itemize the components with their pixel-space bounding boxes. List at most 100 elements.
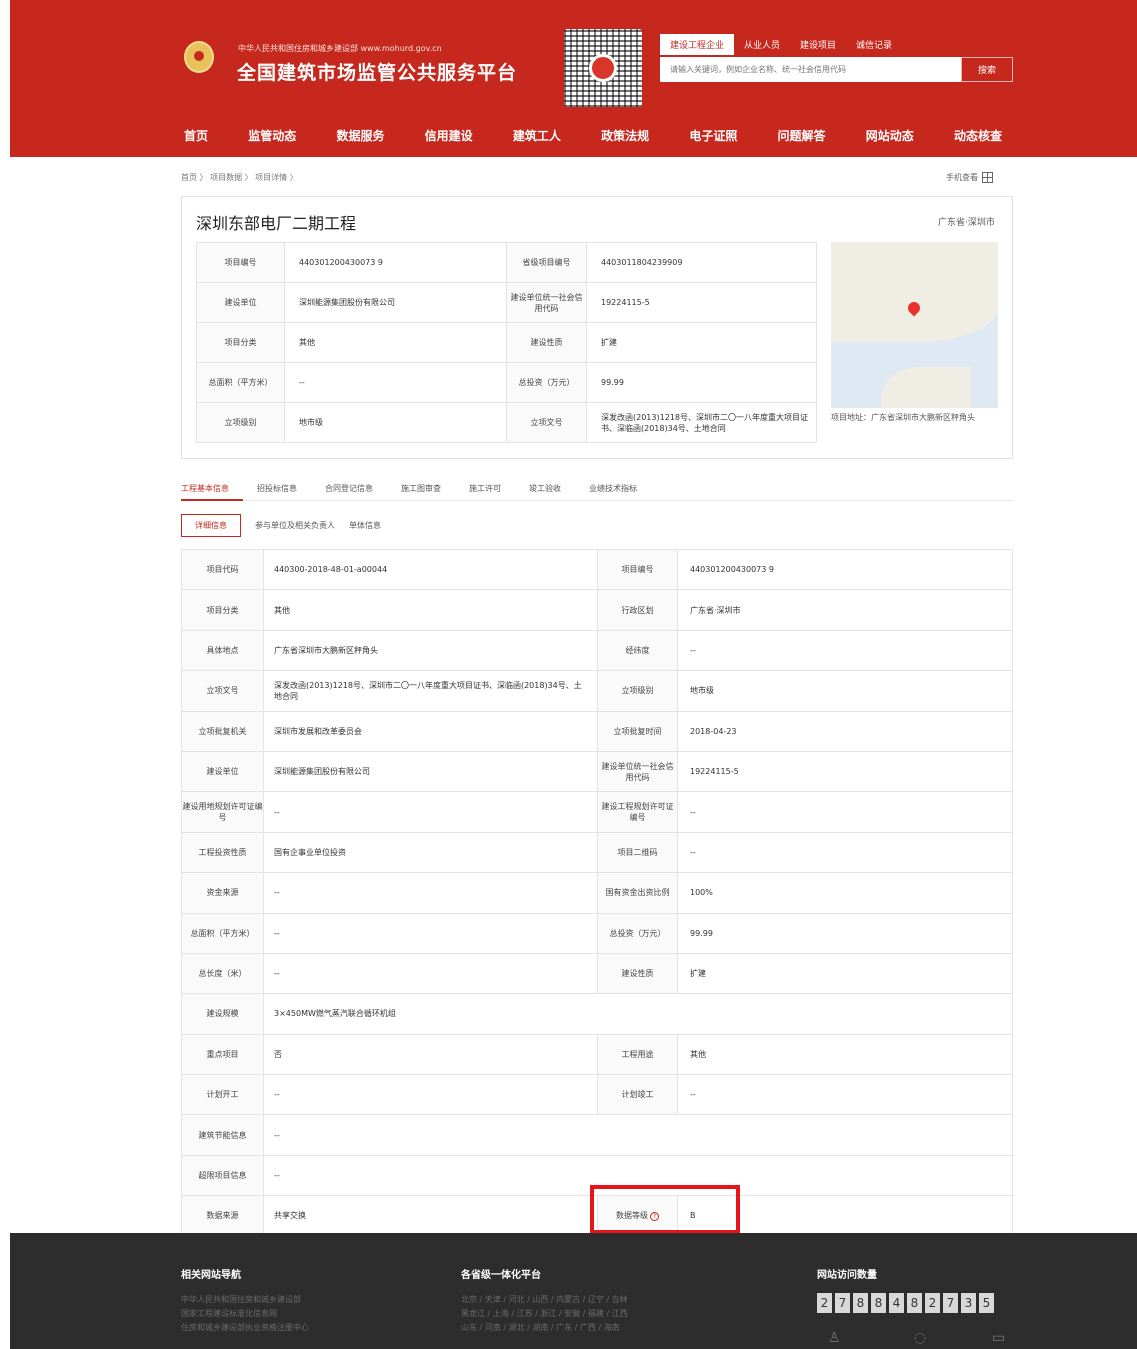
tab-performance[interactable]: 业绩技术指标	[589, 483, 651, 501]
detail-value: 440301200430073 9	[677, 548, 1013, 591]
tab-construction-permit[interactable]: 施工许可	[469, 483, 515, 501]
summary-value: 99.99	[586, 362, 817, 403]
search-tab-personnel[interactable]: 从业人员	[734, 34, 790, 55]
tab-bidding[interactable]: 招投标信息	[257, 483, 311, 501]
detail-value: 否	[263, 1033, 598, 1076]
breadcrumb[interactable]: 首页 〉 项目数据 〉 项目详情 〉	[181, 172, 298, 183]
search-tab-credit[interactable]: 诚信记录	[846, 34, 902, 55]
site-title[interactable]: 全国建筑市场监管公共服务平台	[237, 58, 517, 85]
nav-credit[interactable]: 信用建设	[414, 127, 484, 144]
nav-policy[interactable]: 政策法规	[590, 127, 660, 144]
detail-value: --	[263, 1154, 1013, 1197]
table-row: 总面积（平方米） -- 总投资（万元） 99.99	[181, 912, 1013, 954]
table-row: 重点项目否工程用途 其他	[181, 1033, 1013, 1076]
detail-label: 数据来源	[181, 1195, 264, 1237]
detail-label: 总长度（米）	[181, 952, 264, 995]
detail-label: 立项批复机关	[181, 710, 264, 752]
detail-label: 立项批复时间	[597, 710, 678, 752]
visit-counter: 2 7 8 8 4 8 2 7 3 5	[817, 1293, 994, 1313]
footer-link[interactable]: 北京 / 天津 / 河北 / 山西 / 内蒙古 / 辽宁 / 吉林	[461, 1293, 628, 1307]
sub-tabs: 详细信息 参与单位及相关负责人 单体信息	[181, 514, 395, 537]
detail-label: 立项文号	[181, 670, 264, 712]
location-map[interactable]	[831, 242, 998, 408]
counter-digit: 4	[889, 1293, 904, 1313]
summary-value: 其他	[284, 322, 507, 363]
footer-visits-title: 网站访问数量	[817, 1270, 877, 1281]
tab-basic-info[interactable]: 工程基本信息	[181, 483, 243, 501]
detail-label: 项目二维码	[597, 831, 678, 874]
counter-digit: 8	[871, 1293, 886, 1313]
mobile-view-link[interactable]: 手机查看	[946, 172, 993, 183]
nav-faq[interactable]: 问题解答	[767, 127, 837, 144]
footer-link[interactable]: 黑龙江 / 上海 / 江苏 / 浙江 / 安徽 / 福建 / 江西	[461, 1307, 628, 1321]
search-tab-project[interactable]: 建设项目	[790, 34, 846, 55]
footer-link[interactable]: 山东 / 河南 / 湖北 / 湖南 / 广东 / 广西 / 海南	[461, 1321, 628, 1335]
table-row: 项目编号 440301200430073 9 省级项目编号 4403011804…	[196, 242, 817, 283]
detail-value: --	[677, 831, 1013, 874]
nav-home[interactable]: 首页	[173, 127, 219, 144]
nav-workers[interactable]: 建筑工人	[502, 127, 572, 144]
table-row: 建设单位 深圳能源集团股份有限公司 建设单位统一社会信用代码 19224115-…	[196, 282, 817, 323]
detail-label: 项目分类	[181, 589, 264, 631]
detail-label: 建设工程规划许可证编号	[597, 791, 678, 833]
nav-data-service[interactable]: 数据服务	[325, 127, 395, 144]
nav-e-license[interactable]: 电子证照	[678, 127, 748, 144]
summary-label: 总投资（万元）	[506, 362, 587, 403]
detail-label: 项目代码	[181, 548, 264, 591]
subtab-participants[interactable]: 参与单位及相关负责人	[255, 520, 335, 531]
detail-value: 2018-04-23	[677, 710, 1013, 752]
detail-label: 立项级别	[597, 670, 678, 712]
search-tab-enterprise[interactable]: 建设工程企业	[660, 34, 735, 55]
summary-label: 省级项目编号	[506, 242, 587, 283]
table-row: 立项批复机关 深圳市发展和改革委员会 立项批复时间 2018-04-23	[181, 710, 1013, 752]
detail-label: 总面积（平方米）	[181, 912, 264, 954]
detail-label: 建设用地规划许可证编号	[181, 791, 264, 833]
help-icon[interactable]: ?	[650, 1212, 659, 1222]
project-region: 广东省·深圳市	[938, 218, 995, 228]
nav-site-news[interactable]: 网站动态	[855, 127, 925, 144]
detail-value: --	[677, 1074, 1013, 1116]
subtab-units[interactable]: 单体信息	[349, 520, 381, 531]
detail-label: 建设单位统一社会信用代码	[597, 750, 678, 793]
national-emblem-logo	[184, 41, 214, 73]
subtab-details[interactable]: 详细信息	[181, 514, 241, 537]
chat-icon[interactable]: ◌	[914, 1330, 926, 1346]
detail-value: --	[677, 629, 1013, 672]
tab-completion[interactable]: 竣工验收	[529, 483, 575, 501]
table-row: 超限项目信息 --	[181, 1154, 1013, 1197]
table-row: 建设用地规划许可证编号 -- 建设工程规划许可证编号 --	[181, 791, 1013, 833]
footer-link[interactable]: 国家工程建设标准化信息网	[181, 1307, 309, 1321]
project-address: 项目地址：广东省深圳市大鹏新区秤角头	[831, 413, 975, 422]
user-icon[interactable]: ♙	[828, 1330, 841, 1346]
nav-check[interactable]: 动态核查	[943, 127, 1013, 144]
summary-value: 19224115-5	[586, 282, 817, 323]
detail-label: 建设规模	[181, 993, 264, 1035]
detail-label: 工程投资性质	[181, 831, 264, 874]
footer-link[interactable]: 中华人民共和国住房和城乡建设部	[181, 1293, 309, 1307]
detail-value: 19224115-5	[677, 750, 1013, 793]
detail-value: 深圳市发展和改革委员会	[263, 710, 598, 752]
table-row: 建设规模 3×450MW燃气蒸汽联合循环机组	[181, 993, 1013, 1035]
footer-nav-title: 相关网站导航	[181, 1270, 241, 1281]
table-row: 立项文号 深发改函(2013)1218号、深圳市二〇一八年度重大项目证书、深临函(…	[181, 670, 1013, 712]
tab-contract[interactable]: 合同登记信息	[325, 483, 387, 501]
search-input[interactable]	[660, 57, 961, 82]
counter-digit: 2	[817, 1293, 832, 1313]
summary-value: 深发改函(2013)1218号、深圳市二〇一八年度重大项目证书、深临函(2018…	[586, 402, 817, 443]
search-button[interactable]: 搜索	[961, 57, 1013, 82]
detail-label: 计划竣工	[597, 1074, 678, 1116]
tab-drawing-review[interactable]: 施工图审查	[401, 483, 455, 501]
detail-value: 深发改函(2013)1218号、深圳市二〇一八年度重大项目证书、深临函(2018…	[263, 670, 598, 712]
project-summary-table: 项目编号 440301200430073 9 省级项目编号 4403011804…	[196, 242, 817, 443]
detail-label: 行政区划	[597, 589, 678, 631]
footer-link[interactable]: 住房和城乡建设部执业资格注册中心	[181, 1321, 309, 1335]
monitor-icon[interactable]: ▭	[992, 1330, 1005, 1346]
project-title: 深圳东部电厂二期工程	[196, 214, 357, 233]
detail-value: --	[263, 1074, 598, 1116]
counter-digit: 3	[961, 1293, 976, 1313]
data-level-value: B	[677, 1195, 1013, 1237]
nav-supervision-news[interactable]: 监管动态	[237, 127, 307, 144]
detail-value: 广东省深圳市大鹏新区秤角头	[263, 629, 598, 672]
detail-label: 资金来源	[181, 872, 264, 914]
summary-label: 建设单位统一社会信用代码	[506, 282, 587, 323]
